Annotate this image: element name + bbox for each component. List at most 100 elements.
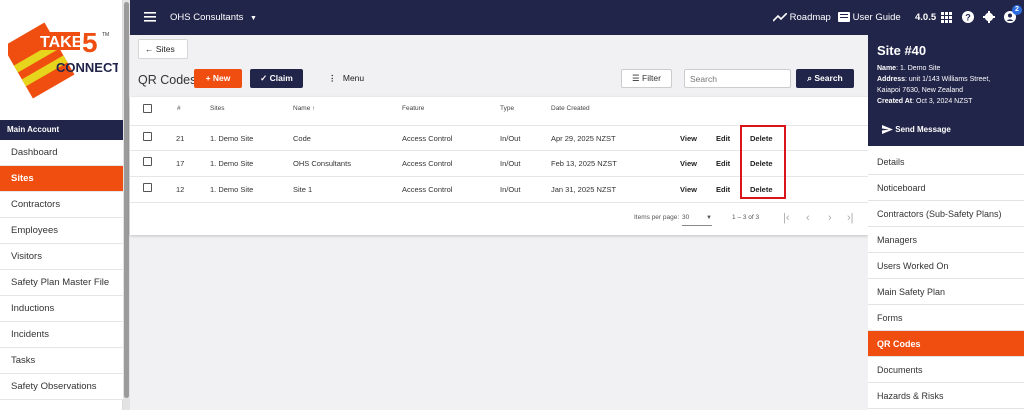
previous-page-icon[interactable]: ‹: [806, 203, 810, 233]
claim-button[interactable]: ✓ Claim: [250, 69, 303, 88]
row-site: 1. Demo Site: [210, 185, 254, 194]
roadmap-link[interactable]: Roadmap: [772, 0, 831, 35]
items-per-page-select[interactable]: 30 ▼: [682, 211, 712, 226]
site-nav-details[interactable]: Details: [868, 149, 1024, 175]
filter-button[interactable]: ☰ Filter: [621, 69, 672, 88]
site-created-value: : Oct 3, 2024 NZST: [912, 98, 973, 105]
left-sidebar: TAKE 5 TM CONNECT Main Account Dashboard…: [0, 0, 123, 410]
sidebar-item-dashboard[interactable]: Dashboard: [0, 140, 123, 166]
site-name-line: Name: 1. Demo Site: [877, 63, 1015, 74]
sidebar-item-contractors[interactable]: Contractors: [0, 192, 123, 218]
site-name-label: Name: [877, 65, 897, 72]
sidebar-item-sites[interactable]: Sites: [0, 166, 123, 192]
sidebar-scrollbar[interactable]: [123, 0, 130, 410]
edit-button[interactable]: Edit: [716, 151, 730, 177]
site-nav-documents[interactable]: Documents: [868, 357, 1024, 383]
send-message-button[interactable]: Send Message: [882, 125, 951, 135]
hamburger-menu-icon[interactable]: [144, 0, 156, 35]
site-nav-forms[interactable]: Forms: [868, 305, 1024, 331]
svg-text:TM: TM: [102, 32, 109, 38]
site-nav-contractors[interactable]: Contractors (Sub-Safety Plans): [868, 201, 1024, 227]
site-created-label: Created At: [877, 98, 913, 105]
site-nav-qr-codes[interactable]: QR Codes: [868, 331, 1024, 357]
paginator: Items per page: 30 ▼ 1 – 3 of 3 |‹ ‹ › ›…: [130, 203, 868, 233]
sidebar-item-visitors[interactable]: Visitors: [0, 244, 123, 270]
caret-down-icon: ▼: [250, 15, 257, 22]
view-button[interactable]: View: [680, 151, 697, 177]
settings-gear-icon[interactable]: [983, 0, 995, 35]
org-selector[interactable]: OHS Consultants ▼: [170, 0, 257, 35]
header-sites[interactable]: Sites: [210, 105, 224, 112]
caret-down-icon: ▼: [706, 215, 712, 221]
items-per-page-label: Items per page:: [634, 214, 680, 221]
header-num: #: [177, 105, 181, 112]
edit-button[interactable]: Edit: [716, 177, 730, 203]
sidebar-item-inductions[interactable]: Inductions: [0, 296, 123, 322]
site-nav-managers[interactable]: Managers: [868, 227, 1024, 253]
range-label: 1 – 3 of 3: [732, 214, 760, 221]
help-icon[interactable]: ?: [962, 0, 974, 35]
site-nav-noticeboard[interactable]: Noticeboard: [868, 175, 1024, 201]
sidebar-item-safety-plan-master-file[interactable]: Safety Plan Master File: [0, 270, 123, 296]
arrow-left-icon: ←: [145, 44, 154, 54]
row-date: Apr 29, 2025 NZST: [551, 134, 616, 143]
site-nav-users-worked-on[interactable]: Users Worked On: [868, 253, 1024, 279]
top-bar: OHS Consultants ▼ Roadmap User Guide 4.0…: [130, 0, 1024, 35]
first-page-icon[interactable]: |‹: [783, 203, 790, 233]
filter-icon: ☰: [632, 73, 640, 83]
row-name: Code: [293, 134, 311, 143]
svg-text:CONNECT: CONNECT: [56, 60, 118, 75]
row-date: Jan 31, 2025 NZST: [551, 185, 617, 194]
take5-connect-logo[interactable]: TAKE 5 TM CONNECT: [2, 10, 120, 105]
edit-button[interactable]: Edit: [716, 126, 730, 152]
view-button[interactable]: View: [680, 126, 697, 152]
search-button[interactable]: ⌕ Search: [796, 69, 854, 88]
last-page-icon[interactable]: ›|: [847, 203, 854, 233]
row-date: Feb 13, 2025 NZST: [551, 159, 617, 168]
filter-label: Filter: [642, 73, 661, 83]
header-date-created[interactable]: Date Created: [551, 105, 590, 112]
main-content: ← Sites QR Codes + New ✓ Claim ⋮ Menu ☰ …: [130, 35, 868, 410]
row-checkbox[interactable]: [143, 132, 152, 141]
header-name[interactable]: Name ↑: [293, 105, 315, 112]
per-page-value: 30: [682, 214, 690, 221]
scrollbar-thumb[interactable]: [124, 2, 129, 398]
notification-badge: 2: [1012, 5, 1022, 15]
back-to-sites-button[interactable]: ← Sites: [138, 39, 188, 59]
site-nav-main-safety-plan[interactable]: Main Safety Plan: [868, 279, 1024, 305]
user-guide-link[interactable]: User Guide: [838, 0, 901, 35]
header-feature[interactable]: Feature: [402, 105, 424, 112]
row-feature: Access Control: [402, 185, 453, 194]
new-button[interactable]: + New: [194, 69, 242, 88]
site-nav-hazards-risks[interactable]: Hazards & Risks: [868, 383, 1024, 409]
sidebar-item-employees[interactable]: Employees: [0, 218, 123, 244]
site-detail-panel: Site #40 Name: 1. Demo Site Address: uni…: [868, 35, 1024, 410]
new-label: New: [212, 73, 231, 83]
menu-button[interactable]: ⋮ Menu: [328, 69, 364, 88]
row-site: 1. Demo Site: [210, 159, 254, 168]
row-checkbox[interactable]: [143, 157, 152, 166]
row-site: 1. Demo Site: [210, 134, 254, 143]
row-checkbox[interactable]: [143, 183, 152, 192]
org-name: OHS Consultants: [170, 12, 244, 23]
sidebar-item-tasks[interactable]: Tasks: [0, 348, 123, 374]
search-input[interactable]: [684, 69, 791, 88]
row-num: 21: [176, 134, 185, 143]
header-type[interactable]: Type: [500, 105, 514, 112]
row-feature: Access Control: [402, 159, 453, 168]
next-page-icon[interactable]: ›: [828, 203, 832, 233]
sidebar-item-safety-observations[interactable]: Safety Observations: [0, 374, 123, 400]
select-all-checkbox[interactable]: [143, 104, 152, 113]
view-button[interactable]: View: [680, 177, 697, 203]
sort-arrow-up-icon: ↑: [312, 105, 316, 112]
row-type: In/Out: [500, 159, 521, 168]
send-message-label: Send Message: [895, 125, 951, 134]
row-num: 17: [176, 159, 185, 168]
site-info-card: Site #40 Name: 1. Demo Site Address: uni…: [868, 35, 1024, 146]
row-name: OHS Consultants: [293, 159, 351, 168]
apps-grid-icon[interactable]: [941, 0, 952, 35]
svg-text:TAKE: TAKE: [40, 34, 83, 51]
sidebar-item-incidents[interactable]: Incidents: [0, 322, 123, 348]
site-address-label: Address: [877, 76, 906, 83]
row-name: Site 1: [293, 185, 313, 194]
